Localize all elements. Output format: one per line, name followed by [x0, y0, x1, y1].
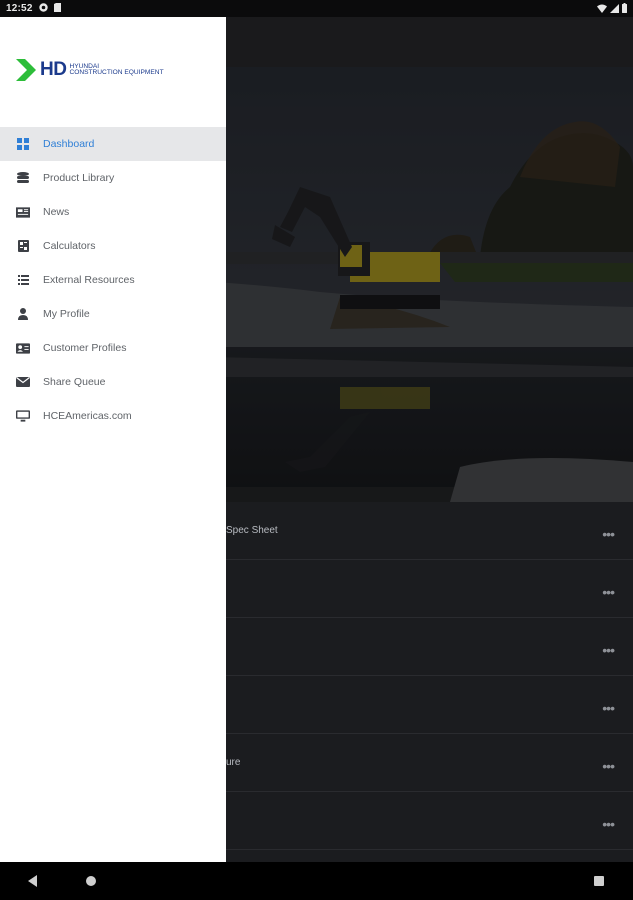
nav-label: Product Library — [43, 172, 115, 184]
sd-card-icon — [53, 2, 61, 15]
recent-apps-icon[interactable] — [594, 876, 604, 886]
hyundai-logo: HD HYUNDAI CONSTRUCTION EQUIPMENT — [16, 59, 164, 81]
status-bar: 12:52 — [0, 0, 633, 17]
wifi-icon — [597, 4, 607, 16]
nav-item-dashboard[interactable]: Dashboard — [0, 127, 226, 161]
more-options-icon[interactable]: ••• — [602, 700, 615, 716]
newspaper-icon — [16, 205, 30, 219]
nav-label: HCEAmericas.com — [43, 410, 132, 422]
logo-chevron-icon — [16, 59, 36, 81]
signal-icon — [610, 3, 619, 16]
nav-label: Share Queue — [43, 376, 106, 388]
nav-label: News — [43, 206, 70, 218]
nav-label: My Profile — [43, 308, 90, 320]
nav-label: Dashboard — [43, 138, 95, 150]
home-icon[interactable] — [86, 876, 96, 886]
logo-line2: CONSTRUCTION EQUIPMENT — [69, 69, 164, 76]
nav-item-news[interactable]: News — [0, 195, 226, 229]
status-time: 12:52 — [6, 3, 33, 14]
app-notification-icon — [38, 2, 48, 15]
list-icon — [16, 273, 30, 287]
more-options-icon[interactable]: ••• — [602, 526, 615, 542]
nav-item-my-profile[interactable]: My Profile — [0, 297, 226, 331]
drawer-menu: Dashboard Product Library News Calculato… — [0, 127, 226, 433]
id-card-icon — [16, 341, 30, 355]
nav-item-calculators[interactable]: Calculators — [0, 229, 226, 263]
navigation-drawer: HD HYUNDAI CONSTRUCTION EQUIPMENT Dashbo… — [0, 17, 226, 862]
battery-icon — [622, 3, 627, 16]
nav-item-customer-profiles[interactable]: Customer Profiles — [0, 331, 226, 365]
nav-label: External Resources — [43, 274, 135, 286]
logo-hd-text: HD — [40, 59, 67, 80]
logo-subtext: HYUNDAI CONSTRUCTION EQUIPMENT — [69, 63, 164, 76]
list-item-title: ure — [226, 757, 241, 768]
back-icon[interactable] — [28, 875, 37, 887]
nav-item-share-queue[interactable]: Share Queue — [0, 365, 226, 399]
stack-icon — [16, 171, 30, 185]
list-item-title: Spec Sheet — [226, 525, 278, 536]
nav-label: Calculators — [43, 240, 96, 252]
envelope-icon — [16, 375, 30, 389]
more-options-icon[interactable]: ••• — [602, 642, 615, 658]
more-options-icon[interactable]: ••• — [602, 584, 615, 600]
status-icons — [597, 3, 627, 16]
calculator-icon — [16, 239, 30, 253]
nav-label: Customer Profiles — [43, 342, 127, 354]
nav-item-hceamericas[interactable]: HCEAmericas.com — [0, 399, 226, 433]
nav-item-product-library[interactable]: Product Library — [0, 161, 226, 195]
more-options-icon[interactable]: ••• — [602, 816, 615, 832]
person-icon — [16, 307, 30, 321]
monitor-icon — [16, 409, 30, 423]
nav-item-external-resources[interactable]: External Resources — [0, 263, 226, 297]
system-navigation-bar — [0, 862, 633, 900]
more-options-icon[interactable]: ••• — [602, 758, 615, 774]
dashboard-icon — [16, 137, 30, 151]
